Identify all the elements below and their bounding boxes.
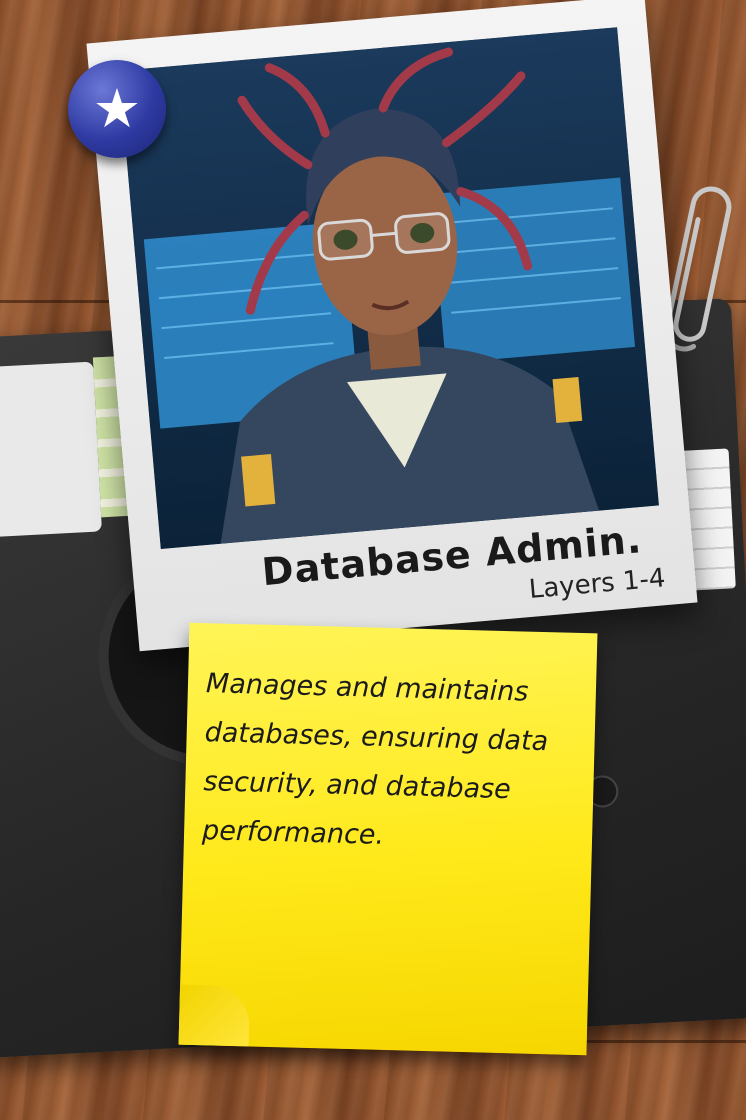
pin-badge: ★	[68, 60, 166, 158]
floppy-label	[0, 361, 102, 538]
sticky-note-curl	[178, 984, 251, 1047]
polaroid-card: Database Admin. Layers 1-4	[86, 0, 698, 652]
sticky-note: Manages and maintains databases, ensurin…	[178, 622, 598, 1056]
role-description: Manages and maintains databases, ensurin…	[201, 668, 549, 851]
star-icon: ★	[92, 77, 142, 140]
character-portrait	[118, 27, 659, 550]
portrait-illustration	[118, 27, 659, 550]
